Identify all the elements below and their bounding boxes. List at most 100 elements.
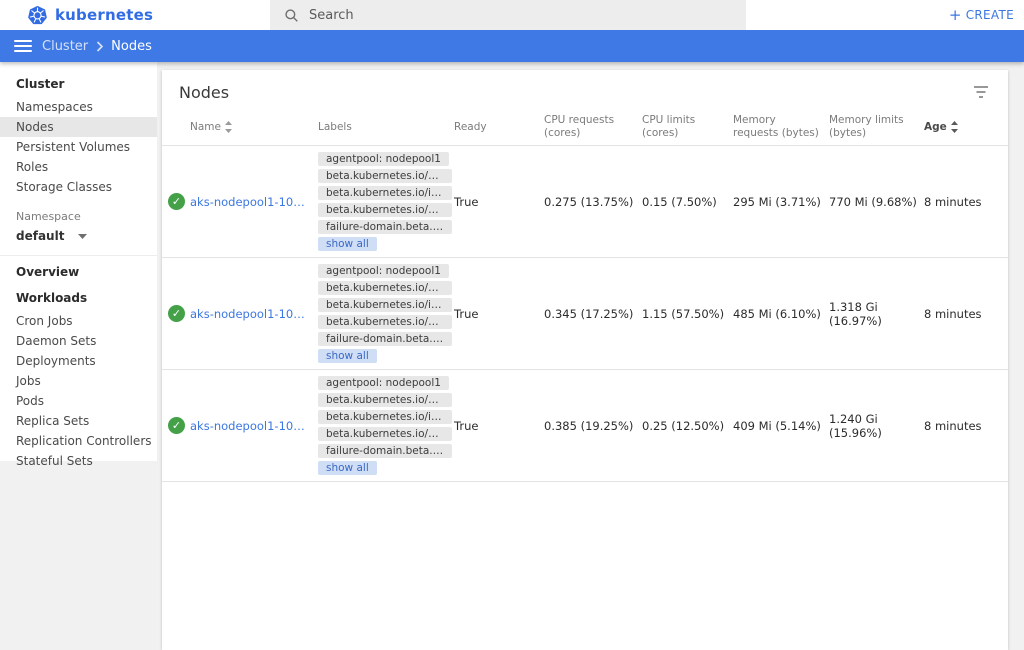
- column-header-name[interactable]: Name: [190, 121, 318, 134]
- memory-limits-cell: 1.240 Gi (15.96%): [829, 412, 924, 440]
- ready-cell: True: [454, 307, 544, 321]
- cpu-limits-cell: 0.25 (12.50%): [642, 419, 733, 433]
- labels-cell: agentpool: nodepool1 beta.kubernetes.io/…: [318, 376, 454, 475]
- plus-icon: +: [949, 9, 962, 21]
- ready-cell: True: [454, 419, 544, 433]
- node-link[interactable]: aks-nodepool1-10230590-vm...: [190, 419, 312, 433]
- breadcrumb-current: Nodes: [111, 39, 152, 54]
- labels-cell: agentpool: nodepool1 beta.kubernetes.io/…: [318, 152, 454, 251]
- sidebar-item-persistent-volumes[interactable]: Persistent Volumes: [0, 137, 157, 157]
- age-cell: 8 minutes: [924, 419, 1008, 433]
- column-header-memory-limits: Memory limits (bytes): [829, 114, 924, 140]
- kubernetes-home-link[interactable]: kubernetes: [27, 5, 153, 26]
- label-chip: failure-domain.beta.kubernet...: [318, 444, 452, 458]
- sidebar-item-replication-controllers[interactable]: Replication Controllers: [0, 431, 157, 451]
- search-icon: [284, 8, 299, 23]
- node-link[interactable]: aks-nodepool1-10230590-vm...: [190, 307, 312, 321]
- column-header-memory-requests: Memory requests (bytes): [733, 114, 829, 140]
- sidebar-item-namespaces[interactable]: Namespaces: [0, 97, 157, 117]
- label-chip: beta.kubernetes.io/os: linux: [318, 427, 452, 441]
- memory-limits-cell: 770 Mi (9.68%): [829, 195, 924, 209]
- cpu-limits-cell: 1.15 (57.50%): [642, 307, 733, 321]
- show-all-button[interactable]: show all: [318, 349, 377, 363]
- label-chip: beta.kubernetes.io/arch: amd...: [318, 393, 452, 407]
- table-row: ✓ aks-nodepool1-10230590-vm... agentpool…: [162, 146, 1008, 258]
- sidebar-item-stateful-sets[interactable]: Stateful Sets: [0, 451, 157, 471]
- name-cell: aks-nodepool1-10230590-vm...: [190, 307, 318, 321]
- column-header-cpu-requests: CPU requests (cores): [544, 114, 642, 140]
- page-title: Nodes: [179, 83, 973, 102]
- label-chip: failure-domain.beta.kubernet...: [318, 332, 452, 346]
- sidebar-item-nodes[interactable]: Nodes: [0, 117, 157, 137]
- create-button-label: CREATE: [966, 8, 1014, 22]
- column-header-labels: Labels: [318, 121, 454, 134]
- ready-cell: True: [454, 195, 544, 209]
- sidebar-item-roles[interactable]: Roles: [0, 157, 157, 177]
- sidebar-item-deployments[interactable]: Deployments: [0, 351, 157, 371]
- show-all-button[interactable]: show all: [318, 461, 377, 475]
- status-ok-icon: ✓: [168, 305, 185, 322]
- kubernetes-logo-icon: [27, 5, 48, 26]
- table-header: Name Labels Ready CPU requests (cores) C…: [162, 114, 1008, 146]
- breadcrumb: Cluster Nodes: [42, 39, 152, 54]
- search-input[interactable]: Search: [270, 0, 746, 30]
- sidebar-item-pods[interactable]: Pods: [0, 391, 157, 411]
- brand-name: kubernetes: [55, 6, 153, 24]
- status-ok-icon: ✓: [168, 417, 185, 434]
- sidebar-item-jobs[interactable]: Jobs: [0, 371, 157, 391]
- label-chip: agentpool: nodepool1: [318, 264, 449, 278]
- create-button[interactable]: + CREATE: [949, 8, 1014, 22]
- node-link[interactable]: aks-nodepool1-10230590-vm...: [190, 195, 312, 209]
- label-chip: beta.kubernetes.io/os: linux: [318, 203, 452, 217]
- sidebar-divider: [0, 255, 157, 256]
- sidebar-item-cron-jobs[interactable]: Cron Jobs: [0, 311, 157, 331]
- table-row: ✓ aks-nodepool1-10230590-vm... agentpool…: [162, 258, 1008, 370]
- memory-requests-cell: 485 Mi (6.10%): [733, 307, 829, 321]
- cpu-limits-cell: 0.15 (7.50%): [642, 195, 733, 209]
- top-app-bar: kubernetes Search + CREATE: [0, 0, 1024, 30]
- status-cell: ✓: [168, 417, 190, 434]
- card-header: Nodes: [162, 70, 1008, 114]
- show-all-button[interactable]: show all: [318, 237, 377, 251]
- sidebar: Cluster Namespaces Nodes Persistent Volu…: [0, 62, 157, 461]
- breadcrumb-bar: Cluster Nodes: [0, 30, 1024, 62]
- column-header-ready: Ready: [454, 121, 544, 134]
- sidebar-item-storage-classes[interactable]: Storage Classes: [0, 177, 157, 197]
- sort-arrows-icon: [950, 121, 959, 133]
- filter-icon: [973, 85, 989, 99]
- name-cell: aks-nodepool1-10230590-vm...: [190, 419, 318, 433]
- sidebar-item-overview[interactable]: Overview: [0, 259, 157, 285]
- sort-arrows-icon: [224, 121, 233, 133]
- cpu-requests-cell: 0.345 (17.25%): [544, 307, 642, 321]
- filter-button[interactable]: [973, 85, 989, 99]
- sidebar-item-daemon-sets[interactable]: Daemon Sets: [0, 331, 157, 351]
- nodes-card: Nodes Name Labels Ready CPU requests (co…: [162, 70, 1008, 650]
- column-header-cpu-limits: CPU limits (cores): [642, 114, 733, 140]
- label-chip: failure-domain.beta.kubernet...: [318, 220, 452, 234]
- label-chip: beta.kubernetes.io/arch: amd...: [318, 281, 452, 295]
- table-row: ✓ aks-nodepool1-10230590-vm... agentpool…: [162, 370, 1008, 482]
- status-ok-icon: ✓: [168, 193, 185, 210]
- search-placeholder: Search: [309, 8, 354, 23]
- menu-icon[interactable]: [14, 40, 32, 52]
- namespace-selected-value: default: [16, 229, 64, 243]
- label-chip: agentpool: nodepool1: [318, 152, 449, 166]
- column-header-age[interactable]: Age: [924, 121, 1008, 134]
- sidebar-item-replica-sets[interactable]: Replica Sets: [0, 411, 157, 431]
- age-cell: 8 minutes: [924, 307, 1008, 321]
- label-chip: beta.kubernetes.io/instance-t...: [318, 298, 452, 312]
- name-cell: aks-nodepool1-10230590-vm...: [190, 195, 318, 209]
- sidebar-section-cluster: Cluster: [0, 71, 157, 97]
- label-chip: beta.kubernetes.io/os: linux: [318, 315, 452, 329]
- memory-requests-cell: 409 Mi (5.14%): [733, 419, 829, 433]
- label-chip: beta.kubernetes.io/instance-t...: [318, 410, 452, 424]
- label-chip: beta.kubernetes.io/arch: amd...: [318, 169, 452, 183]
- breadcrumb-cluster[interactable]: Cluster: [42, 39, 88, 54]
- sidebar-section-workloads: Workloads: [0, 285, 157, 311]
- namespace-label: Namespace: [0, 197, 157, 225]
- labels-cell: agentpool: nodepool1 beta.kubernetes.io/…: [318, 264, 454, 363]
- namespace-select[interactable]: default: [0, 225, 157, 252]
- label-chip: beta.kubernetes.io/instance-t...: [318, 186, 452, 200]
- memory-requests-cell: 295 Mi (3.71%): [733, 195, 829, 209]
- label-chip: agentpool: nodepool1: [318, 376, 449, 390]
